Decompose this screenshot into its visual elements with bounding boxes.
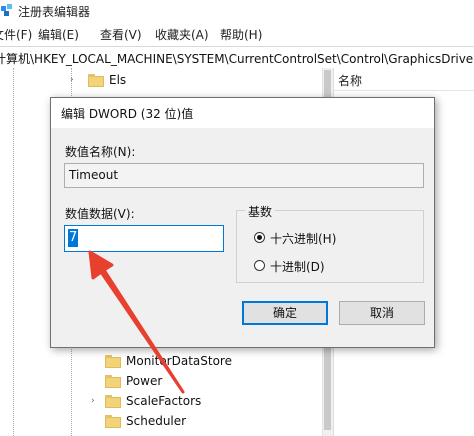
- annotation-arrow-icon: [88, 250, 185, 394]
